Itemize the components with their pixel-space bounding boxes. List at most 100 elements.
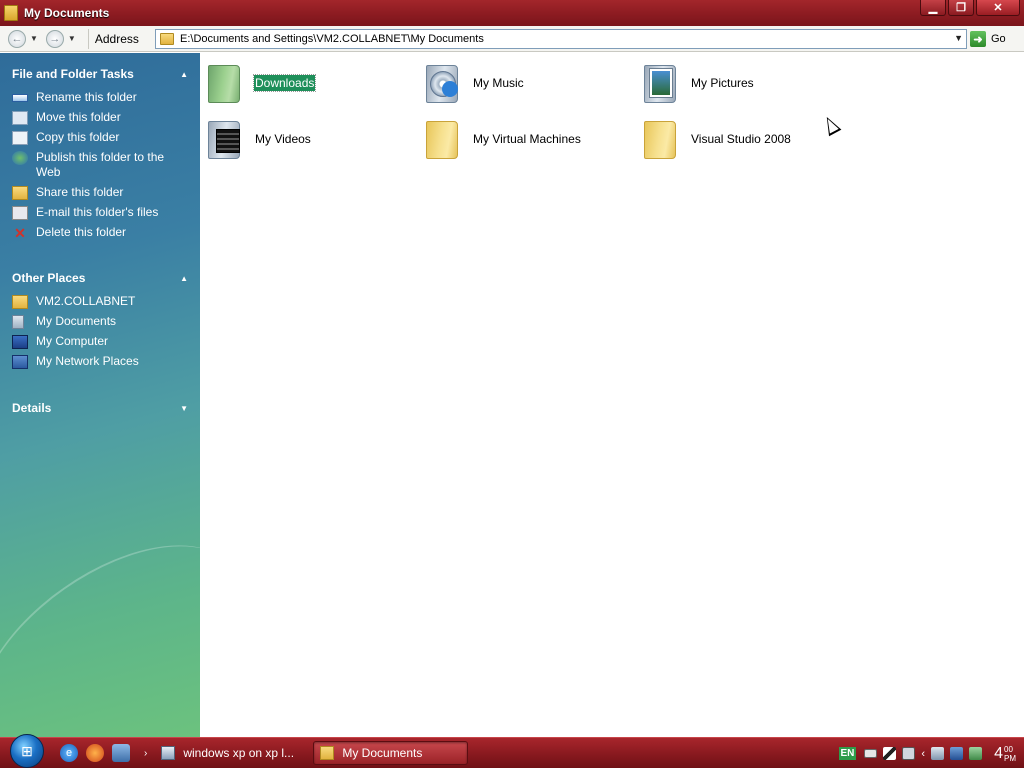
copy-icon bbox=[12, 131, 28, 145]
section-title: Other Places bbox=[12, 271, 86, 285]
collapse-icon[interactable]: ▲ bbox=[180, 274, 188, 283]
folder-item-my-pictures[interactable]: My Pictures bbox=[640, 59, 755, 107]
section-title: File and Folder Tasks bbox=[12, 67, 134, 81]
network-icon bbox=[12, 355, 28, 369]
keyboard-icon[interactable] bbox=[864, 749, 878, 758]
place-label: My Computer bbox=[36, 334, 109, 348]
place-label: My Documents bbox=[36, 314, 117, 328]
place-my-documents[interactable]: My Documents bbox=[0, 314, 200, 329]
clock-hour: 4 bbox=[994, 744, 1003, 762]
address-dropdown-icon[interactable]: ▼ bbox=[954, 33, 963, 43]
videos-folder-icon bbox=[204, 115, 248, 163]
task-publish-folder[interactable]: Publish this folder to the Web bbox=[0, 150, 200, 180]
show-desktop-icon[interactable] bbox=[112, 744, 130, 762]
task-copy-folder[interactable]: Copy this folder bbox=[0, 130, 200, 145]
folder-item-my-virtual-machines[interactable]: My Virtual Machines bbox=[422, 115, 582, 163]
back-dropdown-icon[interactable]: ▼ bbox=[30, 34, 38, 43]
section-title: Details bbox=[12, 401, 52, 415]
folder-view[interactable]: Downloads My Music My Pictures My Videos… bbox=[200, 53, 1024, 737]
task-label: Publish this folder to the Web bbox=[36, 150, 165, 179]
place-my-network-places[interactable]: My Network Places bbox=[0, 354, 200, 369]
task-label: E-mail this folder's files bbox=[36, 205, 159, 219]
task-label: Rename this folder bbox=[36, 90, 137, 104]
details-section: Details ▼ bbox=[0, 397, 200, 419]
clock[interactable]: 4 00 PM bbox=[994, 745, 1016, 763]
forward-dropdown-icon[interactable]: ▼ bbox=[68, 34, 76, 43]
address-toolbar: ← ▼ → ▼ Address E:\Documents and Setting… bbox=[0, 26, 1024, 52]
expand-icon[interactable]: ▼ bbox=[180, 404, 188, 413]
network-icon[interactable] bbox=[950, 747, 964, 760]
task-rename-folder[interactable]: Rename this folder bbox=[0, 90, 200, 105]
internet-explorer-icon[interactable]: e bbox=[60, 744, 78, 762]
folder-label[interactable]: My Music bbox=[472, 75, 525, 91]
task-label: Move this folder bbox=[36, 110, 121, 124]
address-field[interactable]: E:\Documents and Settings\VM2.COLLABNET\… bbox=[155, 29, 967, 49]
folder-icon bbox=[160, 33, 174, 45]
folder-icon bbox=[320, 746, 335, 760]
publish-icon bbox=[12, 151, 28, 165]
task-label: windows xp on xp l... bbox=[183, 746, 295, 760]
folder-label[interactable]: Downloads bbox=[252, 74, 317, 92]
forward-button[interactable]: → bbox=[45, 29, 64, 48]
place-label: My Network Places bbox=[36, 354, 139, 368]
other-places-header[interactable]: Other Places ▲ bbox=[0, 267, 200, 289]
application-icon bbox=[161, 746, 176, 760]
folder-item-my-music[interactable]: My Music bbox=[422, 59, 525, 107]
back-button[interactable]: ← bbox=[8, 29, 26, 48]
task-delete-folder[interactable]: ✕ Delete this folder bbox=[0, 225, 200, 240]
computer-icon bbox=[12, 335, 28, 349]
folder-label[interactable]: My Videos bbox=[254, 131, 312, 147]
taskbar-task-my-documents[interactable]: My Documents bbox=[313, 741, 469, 765]
place-vm2-collabnet[interactable]: VM2.COLLABNET bbox=[0, 294, 200, 309]
input-settings-icon[interactable] bbox=[902, 747, 916, 760]
place-label: VM2.COLLABNET bbox=[36, 294, 136, 308]
tray-collapse-icon[interactable]: ‹ bbox=[921, 748, 925, 760]
task-label: Copy this folder bbox=[36, 130, 120, 144]
collapse-icon[interactable]: ▲ bbox=[180, 70, 188, 79]
quick-launch-more-icon[interactable]: › bbox=[144, 748, 147, 759]
system-tray: EN ‹ 4 00 PM bbox=[838, 738, 1024, 769]
green-folder-icon bbox=[204, 59, 248, 107]
task-share-folder[interactable]: Share this folder bbox=[0, 185, 200, 200]
pen-icon[interactable] bbox=[883, 747, 897, 760]
task-pane: File and Folder Tasks ▲ Rename this fold… bbox=[0, 53, 200, 737]
share-icon bbox=[12, 186, 28, 200]
language-indicator[interactable]: EN bbox=[838, 747, 857, 760]
file-folder-tasks-section: File and Folder Tasks ▲ Rename this fold… bbox=[0, 63, 200, 240]
task-move-folder[interactable]: Move this folder bbox=[0, 110, 200, 125]
minimize-button[interactable]: ▁ bbox=[920, 0, 946, 16]
clock-ampm: PM bbox=[1004, 753, 1016, 763]
email-icon bbox=[12, 206, 28, 220]
file-folder-tasks-header[interactable]: File and Folder Tasks ▲ bbox=[0, 63, 200, 85]
go-button[interactable]: ➜ Go bbox=[970, 29, 1020, 49]
move-icon bbox=[12, 111, 28, 125]
taskbar-task-windows-xp[interactable]: windows xp on xp l... bbox=[155, 741, 305, 765]
pictures-folder-icon bbox=[640, 59, 684, 107]
folder-label[interactable]: My Virtual Machines bbox=[472, 131, 582, 147]
documents-icon bbox=[12, 315, 24, 329]
delete-icon: ✕ bbox=[14, 225, 26, 241]
folder-icon bbox=[422, 115, 466, 163]
folder-label[interactable]: Visual Studio 2008 bbox=[690, 131, 792, 147]
folder-icon bbox=[640, 115, 684, 163]
clock-minutes: 00 bbox=[1004, 744, 1013, 754]
folder-item-visual-studio-2008[interactable]: Visual Studio 2008 bbox=[640, 115, 792, 163]
details-header[interactable]: Details ▼ bbox=[0, 397, 200, 419]
title-bar: My Documents ▁ ❐ ✕ bbox=[0, 0, 1024, 26]
folder-item-downloads[interactable]: Downloads bbox=[204, 59, 317, 107]
taskbar: ⊞ e › windows xp on xp l... My Documents… bbox=[0, 734, 1024, 769]
restore-button[interactable]: ❐ bbox=[948, 0, 974, 16]
folder-label[interactable]: My Pictures bbox=[690, 75, 755, 91]
start-button[interactable]: ⊞ bbox=[10, 734, 44, 768]
safely-remove-hardware-icon[interactable] bbox=[969, 747, 983, 760]
task-email-files[interactable]: E-mail this folder's files bbox=[0, 205, 200, 220]
task-label: Share this folder bbox=[36, 185, 124, 199]
place-my-computer[interactable]: My Computer bbox=[0, 334, 200, 349]
close-button[interactable]: ✕ bbox=[976, 0, 1020, 16]
firefox-icon[interactable] bbox=[86, 744, 104, 762]
address-value[interactable]: E:\Documents and Settings\VM2.COLLABNET\… bbox=[180, 33, 484, 45]
window-title: My Documents bbox=[24, 6, 110, 20]
folder-icon bbox=[4, 5, 18, 21]
display-icon[interactable] bbox=[931, 747, 945, 760]
folder-item-my-videos[interactable]: My Videos bbox=[204, 115, 312, 163]
